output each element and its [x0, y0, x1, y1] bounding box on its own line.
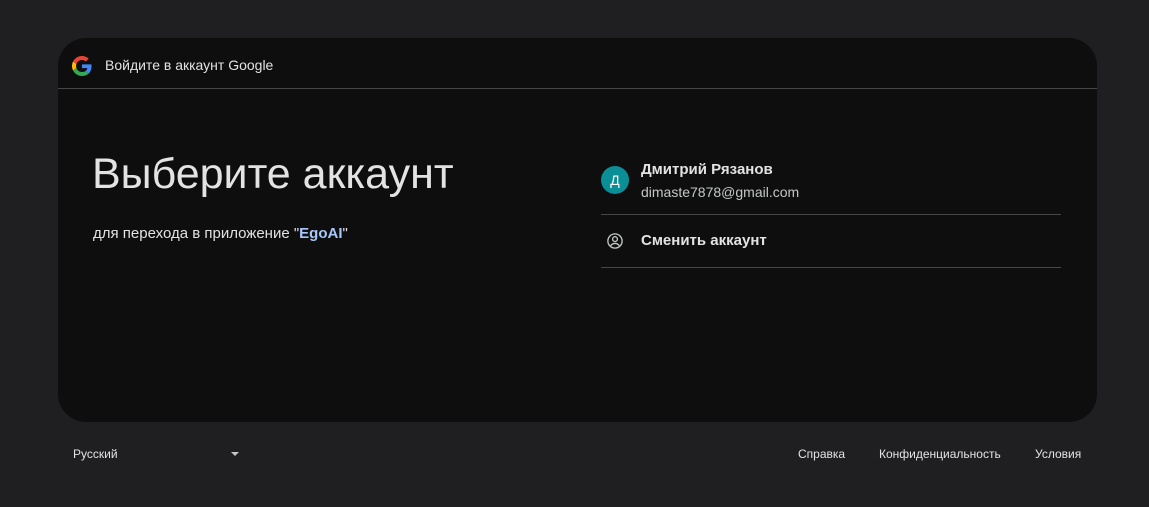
card-header: Войдите в аккаунт Google [58, 38, 1097, 89]
switch-account-button[interactable]: Сменить аккаунт [601, 215, 1061, 268]
privacy-link[interactable]: Конфиденциальность [879, 447, 1001, 461]
help-link[interactable]: Справка [798, 447, 845, 461]
header-title: Войдите в аккаунт Google [105, 57, 274, 73]
switch-account-label: Сменить аккаунт [641, 232, 767, 249]
footer: Русский Справка Конфиденциальность Услов… [58, 440, 1097, 468]
subtitle-suffix: " [342, 225, 348, 242]
subtitle-prefix: для перехода в приложение " [93, 225, 300, 242]
account-circle-icon [607, 233, 623, 249]
terms-link[interactable]: Условия [1035, 447, 1081, 461]
page-title: Выберите аккаунт [92, 150, 454, 198]
google-g-icon [72, 56, 92, 76]
language-select[interactable]: Русский [58, 440, 248, 468]
chevron-down-icon [231, 452, 239, 456]
app-name-link[interactable]: EgoAI [299, 225, 342, 242]
subtitle: для перехода в приложение "EgoAI" [93, 225, 348, 242]
account-list: Д Дмитрий Рязанов dimaste7878@gmail.com … [601, 150, 1061, 268]
language-label: Русский [73, 447, 118, 461]
account-email: dimaste7878@gmail.com [641, 184, 800, 200]
account-item[interactable]: Д Дмитрий Рязанов dimaste7878@gmail.com [601, 150, 1061, 215]
avatar: Д [601, 166, 629, 194]
sign-in-card: Войдите в аккаунт Google Выберите аккаун… [58, 38, 1097, 422]
account-name: Дмитрий Рязанов [641, 161, 773, 178]
